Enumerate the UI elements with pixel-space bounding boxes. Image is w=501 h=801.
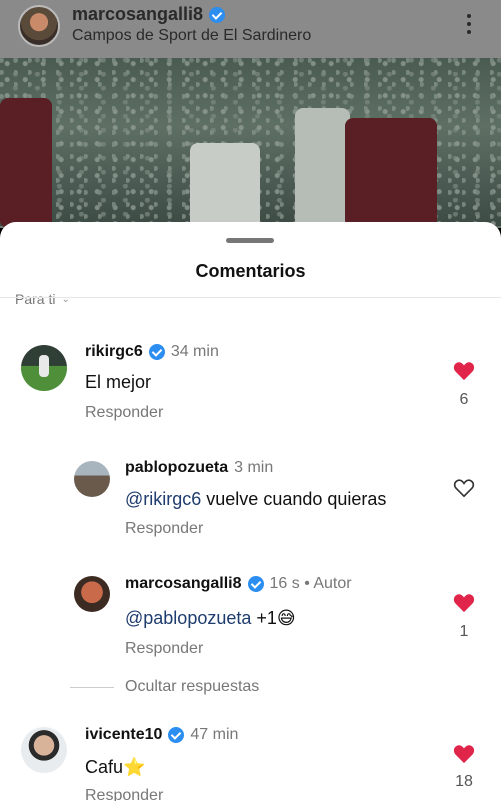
comment-header: ivicente10 47 min: [85, 726, 238, 744]
avatar[interactable]: [21, 345, 67, 391]
divider: [70, 687, 114, 688]
post-author[interactable]: marcosangalli8: [72, 4, 226, 25]
divider: [0, 297, 501, 298]
comment-username[interactable]: pablopozueta: [125, 459, 228, 477]
more-vertical-icon[interactable]: [466, 14, 472, 36]
reply-button[interactable]: Responder: [125, 640, 203, 658]
comment-header: marcosangalli8 16 s • Autor: [125, 575, 352, 593]
comment-time: 34 min: [170, 343, 219, 360]
heart-filled-icon[interactable]: [453, 593, 475, 613]
comment-time: 47 min: [190, 726, 239, 743]
comments-sheet: Comentarios Para ti ⌄ rikirgc6 34 min El…: [0, 222, 501, 801]
comment-header: pablopozueta 3 min: [125, 459, 273, 477]
comment-text: Cafu⭐: [85, 757, 146, 777]
comment-username[interactable]: marcosangalli8: [125, 575, 242, 593]
photo-player: [345, 118, 437, 228]
comment-text: @rikirgc6 vuelve cuando quieras: [125, 489, 386, 510]
post-header: marcosangalli8 Campos de Sport de El Sar…: [0, 0, 501, 58]
heart-filled-icon[interactable]: [453, 744, 475, 764]
reply-button[interactable]: Responder: [85, 404, 163, 422]
post-photo: [0, 58, 501, 228]
sheet-title: Comentarios: [195, 261, 306, 281]
photo-player: [0, 98, 52, 228]
comment-username[interactable]: rikirgc6: [85, 343, 143, 361]
post-author-avatar[interactable]: [18, 5, 60, 47]
sheet-drag-handle[interactable]: [226, 238, 274, 243]
comment-time: 3 min: [234, 459, 274, 476]
like-count: 18: [455, 773, 473, 790]
comment-username[interactable]: ivicente10: [85, 726, 162, 744]
like-count: 6: [459, 391, 469, 408]
avatar[interactable]: [74, 461, 110, 497]
avatar[interactable]: [74, 576, 110, 612]
heart-outline-icon[interactable]: [453, 478, 475, 498]
verified-badge-icon: [209, 6, 226, 23]
photo-player: [190, 143, 260, 228]
mention-link[interactable]: @rikirgc6: [125, 489, 201, 509]
verified-badge-icon: [148, 344, 165, 360]
chevron-down-icon: ⌄: [61, 293, 70, 305]
comment-text: El mejor: [85, 372, 152, 392]
avatar[interactable]: [21, 727, 67, 773]
comment-header: rikirgc6 34 min: [85, 343, 219, 361]
hide-replies-button[interactable]: Ocultar respuestas: [125, 678, 259, 696]
reply-button[interactable]: Responder: [85, 787, 163, 801]
verified-badge-icon: [247, 576, 264, 592]
filter-label: Para ti: [15, 291, 56, 307]
comment-text: @pablopozueta +1😅: [125, 608, 296, 629]
comments-filter[interactable]: Para ti ⌄: [15, 291, 70, 307]
heart-filled-icon[interactable]: [453, 361, 475, 381]
post-location[interactable]: Campos de Sport de El Sardinero: [72, 27, 311, 45]
comment-body: +1😅: [251, 608, 296, 628]
like-count: 1: [459, 623, 469, 640]
post-author-username[interactable]: marcosangalli8: [72, 4, 203, 25]
mention-link[interactable]: @pablopozueta: [125, 608, 251, 628]
comment-body: vuelve cuando quieras: [201, 489, 387, 509]
comment-time: 16 s • Autor: [269, 575, 352, 592]
verified-badge-icon: [168, 727, 185, 743]
photo-player: [295, 108, 350, 228]
reply-button[interactable]: Responder: [125, 520, 203, 538]
